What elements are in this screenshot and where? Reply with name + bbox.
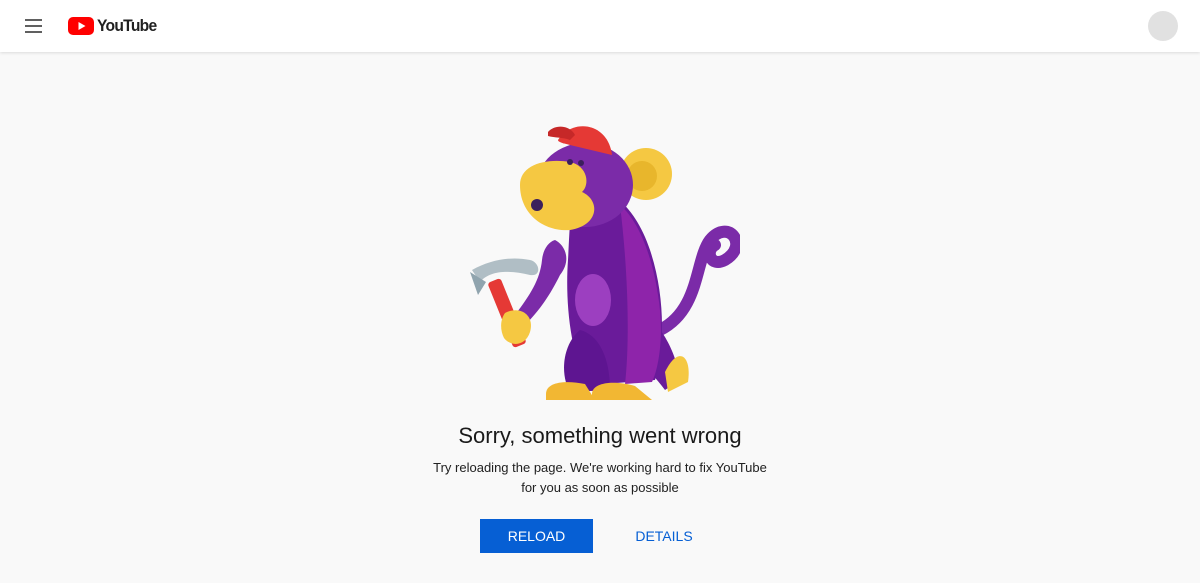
youtube-play-icon — [68, 17, 94, 35]
hamburger-menu-icon[interactable] — [22, 16, 46, 36]
youtube-logo[interactable]: YouTube — [68, 15, 162, 37]
user-avatar[interactable] — [1148, 11, 1178, 41]
reload-button[interactable]: RELOAD — [480, 519, 593, 553]
details-button[interactable]: DETAILS — [620, 519, 708, 553]
logo-wordmark: YouTube — [97, 16, 157, 35]
error-message-line-2: for you as soon as possible — [521, 480, 679, 495]
top-app-bar: YouTube — [0, 0, 1200, 52]
monkey-with-hammer-illustration — [460, 110, 743, 415]
error-title: Sorry, something went wrong — [458, 423, 742, 448]
error-message-line-1: Try reloading the page. We're working ha… — [433, 460, 767, 475]
error-message: Try reloading the page. We're working ha… — [420, 458, 780, 498]
